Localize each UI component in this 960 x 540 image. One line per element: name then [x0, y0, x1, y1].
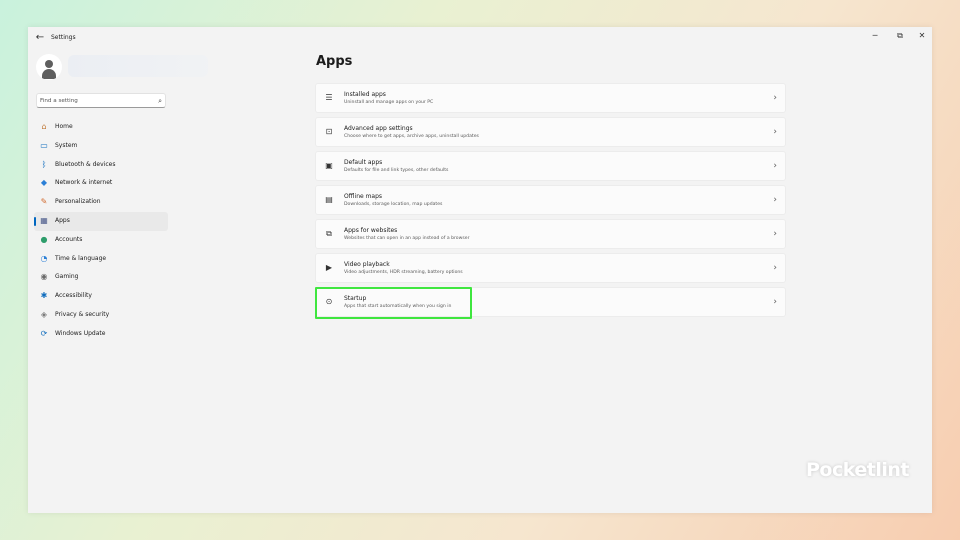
search-box[interactable]: ⌕: [36, 93, 166, 108]
sidebar-item-label: Privacy & security: [55, 310, 110, 318]
card-description: Choose where to get apps, archive apps, …: [344, 134, 479, 139]
monitor-icon: ▭: [40, 140, 48, 150]
brush-icon: ✎: [40, 197, 48, 207]
close-button[interactable]: ✕: [911, 29, 932, 43]
settings-list: ☰ Installed apps Uninstall and manage apps…: [315, 83, 786, 321]
shield-icon: ◈: [40, 309, 48, 319]
card-title: Offline maps: [344, 193, 383, 200]
card-title: Apps for websites: [344, 227, 398, 234]
settings-card-startup[interactable]: ⊙ Startup Apps that start automatically wh…: [315, 287, 786, 319]
chevron-right-icon: ›: [773, 93, 777, 103]
globe-clock-icon: ◔: [40, 253, 48, 263]
sidebar-item-accessibility[interactable]: ✱ Accessibility: [34, 287, 168, 306]
bluetooth-icon: ᛒ: [41, 159, 47, 169]
apps-icon: ▦: [40, 215, 48, 225]
link-app-icon: ⧉: [326, 229, 332, 238]
sidebar-item-label: Accounts: [55, 235, 83, 243]
chevron-right-icon: ›: [773, 127, 777, 137]
sidebar-item-apps[interactable]: ▦ Apps: [34, 211, 168, 231]
wifi-icon: ◆: [40, 178, 48, 188]
settings-card-offline-maps[interactable]: ▤ Offline maps Downloads, storage location…: [315, 185, 786, 215]
settings-card-video-playback[interactable]: ▶ Video playback Video adjustments, HDR st…: [315, 253, 786, 283]
back-arrow-icon[interactable]: ←: [33, 32, 47, 44]
settings-card-default-apps[interactable]: ▣ Default apps Defaults for file and link …: [315, 151, 786, 181]
accessibility-icon: ✱: [40, 291, 48, 301]
settings-card-installed-apps[interactable]: ☰ Installed apps Uninstall and manage apps…: [315, 83, 786, 113]
card-description: Video adjustments, HDR streaming, batter…: [344, 270, 463, 275]
chevron-right-icon: ›: [773, 297, 777, 307]
watermark-logo: Pocketlint: [806, 459, 909, 481]
person-icon: ●: [40, 234, 48, 244]
sidebar-item-windows-update[interactable]: ⟳ Windows Update: [34, 325, 168, 344]
sidebar-item-label: Apps: [55, 216, 70, 224]
sidebar-nav: ⌂ Home ▭ System ᛒ Bluetooth & devices ◆ Network…: [34, 118, 168, 344]
chevron-right-icon: ›: [773, 161, 777, 171]
sidebar-item-privacy-security[interactable]: ◈ Privacy & security: [34, 306, 168, 325]
sidebar-item-label: Personalization: [55, 198, 101, 206]
highlight-box: [315, 287, 472, 319]
sidebar-item-home[interactable]: ⌂ Home: [34, 118, 168, 137]
minimize-button[interactable]: ─: [864, 29, 886, 43]
card-title: Installed apps: [344, 91, 386, 98]
sidebar-item-label: Gaming: [55, 273, 79, 281]
sidebar-item-accounts[interactable]: ● Accounts: [34, 231, 168, 250]
avatar-head: [45, 60, 53, 68]
list-icon: ☰: [325, 93, 333, 102]
settings-window: ← Settings ─ ⧉ ✕ ⌕ ⌂ Home ▭ System ᛒ Bluetoot…: [28, 27, 932, 513]
sidebar-item-label: Accessibility: [55, 292, 92, 300]
default-apps-icon: ▣: [325, 161, 333, 170]
sidebar-item-label: Home: [55, 123, 73, 130]
sidebar-item-label: Network & internet: [55, 179, 113, 187]
chevron-right-icon: ›: [773, 195, 777, 205]
title-bar: ← Settings ─ ⧉ ✕: [28, 27, 932, 49]
card-description: Downloads, storage location, map updates: [344, 202, 443, 207]
card-description: Defaults for file and link types, other …: [344, 168, 449, 173]
page-title: Apps: [316, 54, 353, 69]
chevron-right-icon: ›: [773, 229, 777, 239]
sidebar-item-label: Bluetooth & devices: [55, 160, 116, 168]
home-icon: ⌂: [41, 122, 47, 131]
card-title: Advanced app settings: [344, 125, 413, 132]
avatar[interactable]: [36, 54, 62, 80]
sidebar-item-time-language[interactable]: ◔ Time & language: [34, 250, 168, 269]
sidebar-item-system[interactable]: ▭ System: [34, 137, 168, 156]
startup-icon: ⊙: [325, 297, 333, 306]
update-icon: ⟳: [40, 328, 48, 338]
settings-card-advanced-app-settings[interactable]: ⊡ Advanced app settings Choose where to ge…: [315, 117, 786, 147]
sidebar-item-label: Windows Update: [55, 329, 106, 337]
sidebar-item-label: Time & language: [55, 254, 107, 262]
sidebar-item-network-internet[interactable]: ◆ Network & internet: [34, 174, 168, 193]
map-icon: ▤: [325, 195, 333, 204]
chevron-right-icon: ›: [773, 263, 777, 273]
card-description: Websites that can open in an app instead…: [344, 236, 470, 241]
settings-card-apps-for-websites[interactable]: ⧉ Apps for websites Websites that can open…: [315, 219, 786, 249]
sidebar-item-bluetooth-devices[interactable]: ᛒ Bluetooth & devices: [34, 156, 168, 175]
video-icon: ▶: [325, 263, 333, 272]
card-title: Startup: [344, 295, 367, 302]
card-description: Apps that start automatically when you s…: [344, 304, 452, 309]
search-input[interactable]: [40, 95, 150, 106]
card-description: Uninstall and manage apps on your PC: [344, 100, 434, 105]
app-settings-icon: ⊡: [325, 127, 333, 136]
sidebar-item-label: System: [55, 141, 78, 149]
gamepad-icon: ◉: [40, 272, 48, 282]
maximize-button[interactable]: ⧉: [889, 29, 911, 43]
card-title: Default apps: [344, 159, 383, 166]
card-title: Video playback: [344, 261, 390, 268]
sidebar-item-personalization[interactable]: ✎ Personalization: [34, 193, 168, 212]
window-title: Settings: [51, 34, 76, 41]
search-icon[interactable]: ⌕: [158, 95, 162, 107]
avatar-body: [42, 69, 56, 79]
sidebar-item-gaming[interactable]: ◉ Gaming: [34, 268, 168, 287]
account-info-blurred: [68, 55, 208, 77]
